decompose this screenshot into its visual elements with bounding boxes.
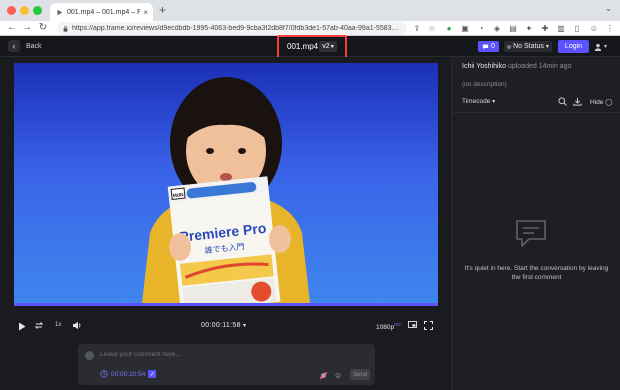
play-icon [19, 322, 26, 331]
back-label: Back [26, 42, 42, 50]
search-icon[interactable] [558, 97, 567, 108]
divider [452, 112, 620, 113]
fullscreen-button[interactable] [424, 321, 433, 330]
browser-tab[interactable]: 001.mp4 – 001.mp4 – Frame.io × [50, 3, 153, 21]
extension-icon[interactable]: ◔ [476, 23, 486, 33]
sort-dropdown[interactable]: Timecode ▾ [462, 98, 495, 105]
playback-progress-fill [14, 303, 438, 306]
profile-avatar[interactable]: ☺ [589, 23, 599, 33]
volume-icon [73, 321, 81, 330]
comment-timecode: 00:00:10:54 [111, 370, 146, 378]
url-field[interactable]: https://app.frame.io/reviews/d9ecdbdb-19… [57, 22, 407, 35]
hide-comments-toggle[interactable]: Hide ◯ [590, 98, 612, 106]
uploader-name: Ichii Yoshihiko [462, 63, 506, 70]
timecode-dropdown[interactable]: 00:00:11:58 ▾ [201, 322, 246, 329]
status-label: No Status [513, 43, 544, 50]
chevron-down-icon: ▾ [330, 44, 334, 50]
file-title: 001.mp4 [287, 42, 319, 51]
back-button[interactable]: ‹ Back [8, 40, 42, 52]
fullscreen-icon [424, 321, 433, 330]
extension-icon[interactable]: ✦ [524, 23, 534, 33]
svg-text:MdN: MdN [173, 192, 185, 199]
player-controls: 1x 00:00:11:58 ▾ 1080pHD [14, 320, 438, 334]
status-dot-icon [507, 44, 512, 49]
close-window-button[interactable] [7, 6, 16, 15]
quality-selector[interactable]: 1080pHD [376, 322, 401, 331]
pip-button[interactable] [408, 321, 417, 329]
comment-timecode-toggle[interactable]: 00:00:10:54 ✓ [100, 370, 157, 378]
comments-sidebar: Ichii Yoshihiko uploaded 14min ago (no d… [451, 57, 620, 390]
browser-forward-icon[interactable]: → [21, 22, 33, 33]
browser-tab-bar: 001.mp4 – 001.mp4 – Frame.io × + ⌄ [0, 0, 620, 21]
sort-label: Timecode [462, 98, 491, 105]
quality-label: 1080p [376, 324, 395, 332]
sidebar-toggle-icon[interactable]: ▯ [572, 23, 582, 33]
puzzle-icon[interactable]: ✚ [540, 23, 550, 33]
chevron-left-icon: ‹ [8, 40, 20, 52]
draw-annotation-icon[interactable] [319, 371, 328, 382]
current-timecode: 00:00:11:58 [201, 322, 241, 329]
comment-input[interactable]: Leave your comment here... [100, 351, 181, 358]
hd-badge: HD [394, 322, 401, 327]
send-button[interactable]: Send [350, 369, 370, 380]
close-tab-icon[interactable]: × [143, 8, 148, 17]
chevron-down-icon: ▾ [492, 99, 496, 105]
file-description: (no description) [462, 81, 507, 88]
playback-progress-bar[interactable] [14, 303, 438, 306]
loop-button[interactable] [34, 321, 44, 330]
avatar [85, 351, 94, 360]
account-menu[interactable]: ▾ [594, 41, 612, 52]
tab-title: 001.mp4 – 001.mp4 – Frame.io [67, 8, 141, 16]
extension-icon[interactable]: ▤ [508, 23, 518, 33]
share-icon[interactable]: ⇪ [412, 23, 422, 33]
chevron-down-icon: ▾ [243, 323, 247, 329]
bookmark-star-icon[interactable]: ☆ [427, 23, 437, 33]
status-dropdown[interactable]: No Status ▾ [504, 41, 552, 52]
tab-search-chevron-icon[interactable]: ⌄ [605, 4, 612, 13]
empty-comments-icon [516, 220, 546, 247]
clock-icon [100, 370, 108, 378]
play-button[interactable] [18, 322, 26, 331]
browser-menu-icon[interactable]: ⋮ [605, 23, 615, 33]
uploader-info: Ichii Yoshihiko uploaded 14min ago [462, 63, 571, 70]
empty-state-message: It's quiet in here. Start the conversati… [464, 265, 609, 281]
address-bar: ← → ↻ https://app.frame.io/reviews/d9ecd… [0, 21, 620, 36]
app-header: ‹ Back 001.mp4 v2 ▾ 0 No Status ▾ Login ▾ [0, 36, 620, 57]
extension-icon[interactable]: ▥ [556, 23, 566, 33]
checkbox-checked-icon[interactable]: ✓ [148, 370, 157, 378]
volume-button[interactable] [72, 321, 82, 330]
maximize-window-button[interactable] [33, 6, 42, 15]
extension-evernote-icon[interactable]: ● [444, 23, 454, 33]
comment-count: 0 [491, 43, 495, 50]
lock-icon [63, 25, 68, 32]
chevron-down-icon: ▾ [604, 44, 608, 50]
version-dropdown[interactable]: v2 ▾ [319, 41, 337, 52]
minimize-window-button[interactable] [20, 6, 29, 15]
emoji-icon[interactable]: ☺ [334, 371, 342, 380]
extension-icon[interactable]: ◈ [492, 23, 502, 33]
extension-icon[interactable]: ▣ [460, 23, 470, 33]
user-icon [594, 43, 602, 51]
comment-bubble-icon [482, 44, 489, 49]
picture-in-picture-icon [408, 321, 417, 328]
chevron-down-icon: ▾ [545, 44, 549, 50]
new-tab-button[interactable]: + [159, 3, 166, 17]
video-frame[interactable]: MdN Premiere Pro 誰でも入門 [14, 63, 438, 303]
login-button[interactable]: Login [558, 40, 589, 53]
comment-composer[interactable]: Leave your comment here... 00:00:10:54 ✓… [78, 344, 375, 385]
viewer-area: MdN Premiere Pro 誰でも入門 1x 00:00:11:58 ▾ … [0, 57, 451, 390]
video-still: MdN Premiere Pro 誰でも入門 [142, 77, 310, 303]
loop-icon [34, 322, 44, 329]
comments-button[interactable]: 0 [478, 41, 499, 52]
reload-icon[interactable]: ↻ [37, 22, 49, 33]
check-circle-icon: ◯ [605, 99, 613, 106]
playback-speed-button[interactable]: 1x [55, 322, 61, 328]
hide-label: Hide [590, 99, 604, 106]
browser-back-icon[interactable]: ← [6, 22, 18, 33]
version-label: v2 [322, 43, 330, 50]
upload-meta: uploaded 14min ago [507, 63, 572, 70]
download-icon[interactable] [573, 97, 582, 108]
play-icon [55, 8, 63, 16]
url-text: https://app.frame.io/reviews/d9ecdbdb-19… [72, 25, 399, 32]
